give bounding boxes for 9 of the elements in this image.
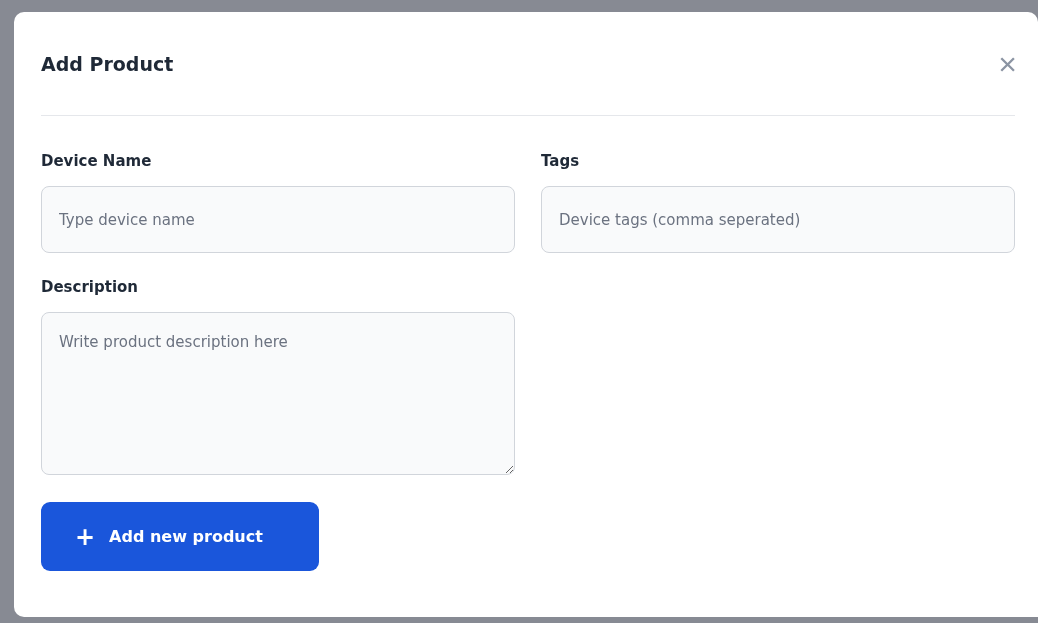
- dialog-title: Add Product: [41, 52, 174, 75]
- field-label: Description: [41, 279, 140, 295]
- add-product-button[interactable]: + Add new product: [41, 502, 319, 571]
- field-label: Device Name: [41, 153, 153, 169]
- input-field[interactable]: Type device name: [41, 186, 515, 253]
- description-field[interactable]: Write product description here: [41, 312, 515, 475]
- input-field[interactable]: Device tags (comma seperated): [541, 186, 1015, 253]
- close-button[interactable]: ×: [998, 47, 1017, 80]
- field-label: Tags: [541, 153, 581, 169]
